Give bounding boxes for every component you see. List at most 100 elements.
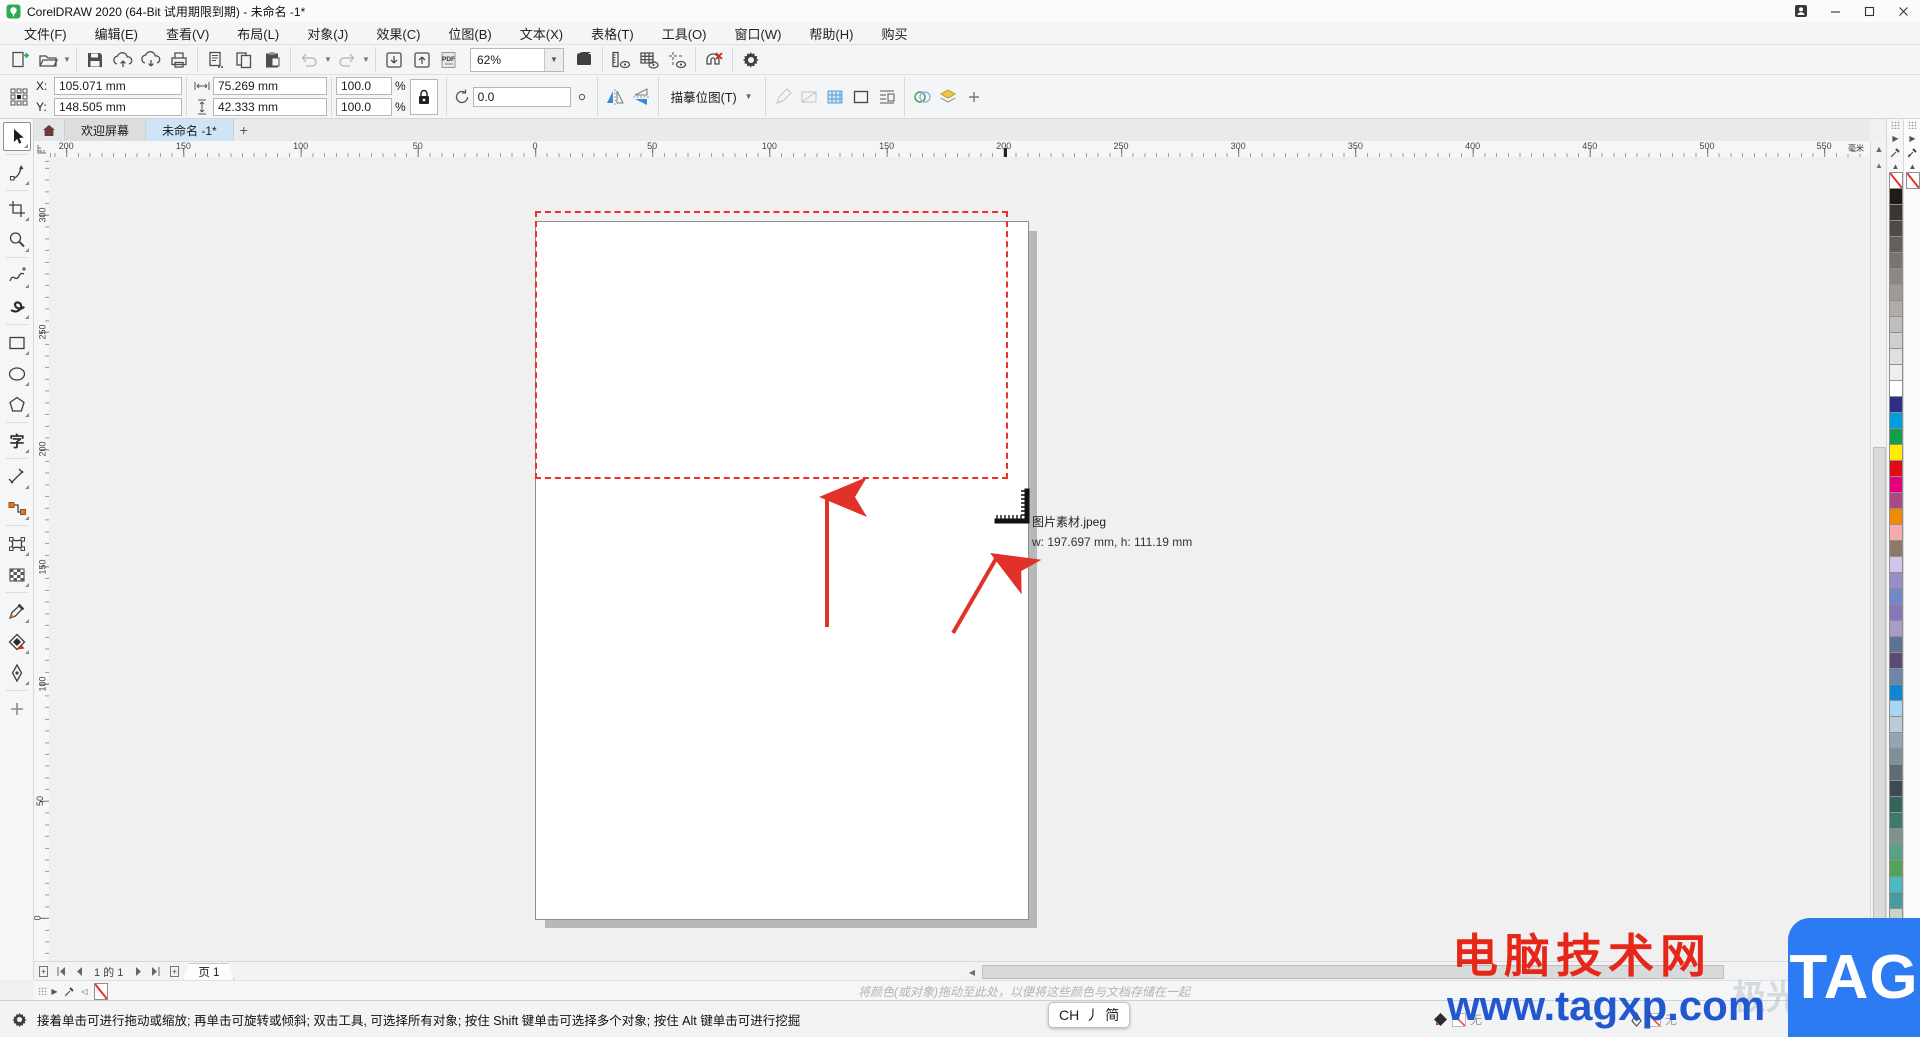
color-swatch[interactable] [1888,460,1903,477]
redo-button[interactable] [333,47,361,73]
shape-tool[interactable] [3,158,31,187]
default-palette-eyedropper-icon[interactable] [1888,145,1903,159]
flip-vertical-button[interactable] [628,84,654,110]
scroll-left-icon[interactable]: ◀ [964,964,980,980]
ruler-origin-corner[interactable] [34,141,50,158]
color-swatch[interactable] [1888,908,1903,925]
default-palette-flyout-icon[interactable]: ▶ [1888,131,1903,145]
add-page-after-button[interactable] [165,963,183,980]
color-swatch[interactable] [1888,268,1903,285]
import-pages-button[interactable] [202,47,230,73]
color-swatch[interactable] [1888,828,1903,845]
color-swatch[interactable] [1888,412,1903,429]
document-palette-no-fill-swatch[interactable] [1905,172,1920,189]
object-frame-button[interactable] [848,84,874,110]
color-swatch[interactable] [1888,636,1903,653]
color-swatch[interactable] [1888,300,1903,317]
menu-item-12[interactable]: 帮助(H) [795,21,867,46]
trace-bitmap-button[interactable]: 描摹位图(T) ▼ [663,84,761,110]
scroll-right-icon[interactable]: ▶ [1854,964,1870,980]
zoom-tool[interactable] [3,225,31,254]
lock-ratio-button[interactable] [409,78,438,115]
color-swatch[interactable] [1888,316,1903,333]
vertical-scroll-thumb[interactable] [1873,447,1886,942]
wrap-text-button[interactable] [874,84,900,110]
pick-tool[interactable] [2,122,31,151]
horizontal-scroll-thumb[interactable] [982,965,1724,979]
color-swatch[interactable] [1888,476,1903,493]
rotation-input[interactable]: 0.0 [472,86,571,107]
color-swatch[interactable] [1888,508,1903,525]
color-swatch[interactable] [1888,348,1903,365]
open-document-flyout[interactable]: ▼ [62,47,72,73]
document-palette-flyout-icon[interactable]: ▶ [1905,131,1920,145]
envelope-tool[interactable] [3,529,31,558]
color-swatch[interactable] [1888,844,1903,861]
ime-indicator[interactable]: CH 丿 简 [1048,1002,1131,1028]
rectangle-tool[interactable] [3,328,31,357]
tab-welcome-screen[interactable]: 欢迎屏幕 [65,119,147,141]
palette-flyout-icon[interactable]: ▶ [47,984,62,998]
close-button[interactable] [1886,0,1920,22]
color-swatch[interactable] [1888,396,1903,413]
color-swatch[interactable] [1888,236,1903,253]
ellipse-tool[interactable] [3,359,31,388]
menu-item-9[interactable]: 表格(T) [577,21,648,46]
eyedropper-tool[interactable] [3,596,31,625]
flip-horizontal-button[interactable] [602,84,628,110]
scale-y-input[interactable]: 100.0 [336,98,392,116]
zoom-level-dropdown[interactable]: 62% ▼ [470,47,564,72]
show-guidelines-button[interactable] [663,47,691,73]
publish-pdf-button[interactable]: PDF [436,47,464,73]
undo-flyout[interactable]: ▼ [323,47,333,73]
color-swatch[interactable] [1888,556,1903,573]
collapse-ruler-icon[interactable]: ▲ [1870,141,1887,157]
color-swatch[interactable] [1888,812,1903,829]
color-swatch[interactable] [1888,764,1903,781]
paste-button[interactable] [258,47,286,73]
color-swatch[interactable] [1888,604,1903,621]
color-swatch[interactable] [1888,540,1903,557]
color-swatch[interactable] [1888,428,1903,445]
options-button[interactable] [737,47,765,73]
no-fill-swatch[interactable] [94,982,108,1000]
status-gear-icon[interactable] [12,1012,27,1027]
drawing-canvas[interactable]: 图片素材.jpeg w: 197.697 mm, h: 111.19 mm [49,157,1870,961]
y-position-input[interactable]: 148.505 mm [54,98,182,116]
cloud-download-button[interactable] [137,47,165,73]
account-icon[interactable] [1784,0,1818,22]
object-height-input[interactable]: 42.333 mm [213,98,327,116]
document-palette-eyedropper-icon[interactable] [1905,145,1920,159]
connector-tool[interactable] [3,493,31,522]
redo-flyout[interactable]: ▼ [361,47,371,73]
chevron-down-icon[interactable]: ▼ [544,48,563,71]
document-palette-grip[interactable] [1908,121,1917,129]
first-page-button[interactable] [52,963,70,980]
undo-button[interactable] [295,47,323,73]
color-swatch[interactable] [1888,748,1903,765]
layers-button[interactable] [935,84,961,110]
print-button[interactable] [165,47,193,73]
new-document-button[interactable] [6,47,34,73]
object-width-input[interactable]: 75.269 mm [213,77,327,95]
menu-item-8[interactable]: 文本(X) [506,21,577,46]
freehand-tool[interactable] [3,261,31,290]
default-palette-grip[interactable] [1891,121,1900,129]
customize-plus-button[interactable] [961,84,987,110]
color-swatch[interactable] [1888,284,1903,301]
horizontal-ruler[interactable]: 毫米 200 150 100 50 0 50 100 150 200 250 300 350 400 45… [49,141,1870,158]
color-swatch[interactable] [1888,380,1903,397]
horizontal-scrollbar[interactable]: ◀ ▶ [964,963,1870,980]
menu-item-13[interactable]: 购买 [867,21,921,46]
import-button[interactable] [380,47,408,73]
vertical-scrollbar[interactable]: ▲ ▼ [1870,157,1887,961]
color-swatch[interactable] [1888,668,1903,685]
menu-item-10[interactable]: 工具(O) [648,21,721,46]
maximize-button[interactable] [1852,0,1886,22]
color-swatch[interactable] [1888,492,1903,509]
menu-item-7[interactable]: 位图(B) [434,21,505,46]
scroll-up-icon[interactable]: ▲ [1871,157,1887,173]
palette-grip[interactable] [38,987,47,995]
interactive-fill-tool[interactable] [3,627,31,656]
crop-tool[interactable] [3,194,31,223]
